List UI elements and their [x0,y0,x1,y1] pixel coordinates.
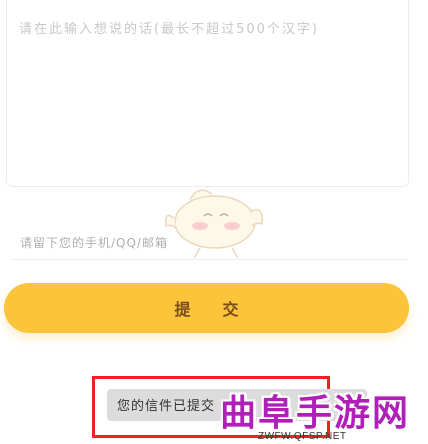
toast-message: 您的信件已提交 [117,399,216,414]
watermark: 曲阜手游网 ZWFW.QFSP.NET [216,384,428,444]
contact-underline [10,259,408,260]
message-box [6,0,409,187]
watermark-url: ZWFW.QFSP.NET [258,431,347,442]
watermark-title: 曲阜手游网 [220,392,411,434]
contact-input[interactable] [18,228,412,258]
submit-button[interactable]: 提交 [4,283,409,333]
message-textarea[interactable] [7,0,408,186]
